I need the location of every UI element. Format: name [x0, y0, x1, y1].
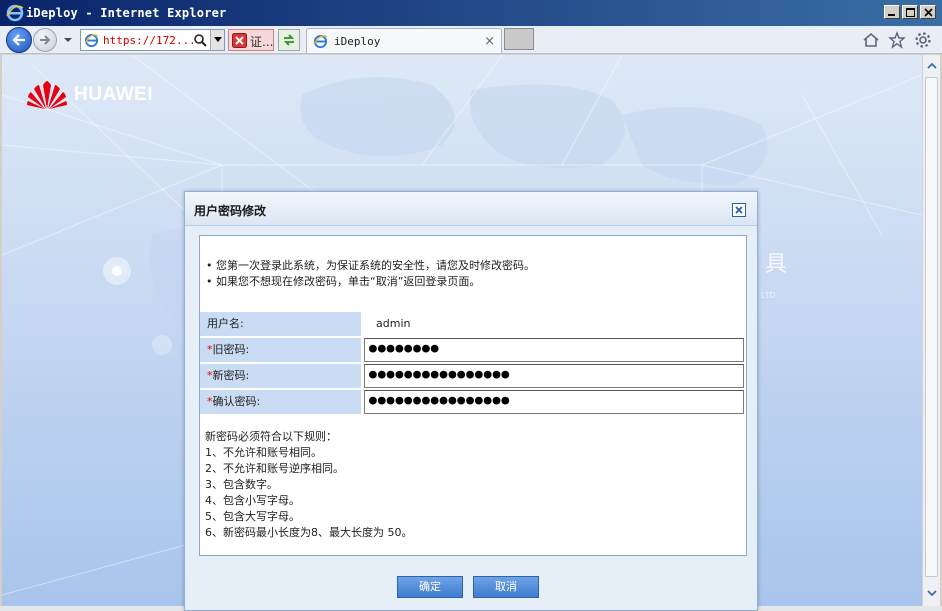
scroll-up-button[interactable] [923, 57, 940, 74]
address-bar[interactable]: https://172... [80, 29, 225, 51]
cancel-button[interactable]: 取消 [473, 576, 539, 598]
password-rules: 新密码必须符合以下规则： 1、不允许和账号相同。 2、不允许和账号逆序相同。 3… [205, 429, 413, 541]
scroll-down-button[interactable] [923, 585, 940, 602]
window-title: iDeploy - Internet Explorer [26, 6, 227, 20]
dialog-close-button[interactable] [732, 203, 746, 217]
confirm-password-row: *确认密码: ●●●●●●●●●●●●●●●● [200, 390, 746, 416]
close-icon [735, 206, 743, 214]
rule-item: 2、不允许和账号逆序相同。 [205, 462, 344, 475]
address-dropdown-button[interactable] [210, 30, 224, 50]
window-titlebar: iDeploy - Internet Explorer [0, 0, 942, 26]
change-password-dialog: 用户密码修改 您第一次登录此系统，为保证系统的安全性，请您及时修改密码。 如果您… [184, 191, 758, 611]
rule-item: 3、包含数字。 [205, 478, 278, 491]
background-subtitle-fragment: LTD [761, 291, 776, 300]
scroll-thumb[interactable] [925, 77, 938, 577]
certificate-error-icon [232, 33, 247, 48]
ok-button[interactable]: 确定 [397, 576, 463, 598]
confirm-password-label-text: 确认密码: [212, 395, 261, 408]
dialog-body: 您第一次登录此系统，为保证系统的安全性，请您及时修改密码。 如果您不想现在修改密… [199, 235, 747, 556]
confirm-password-field[interactable]: ●●●●●●●●●●●●●●●● [364, 390, 744, 414]
new-tab-button[interactable] [504, 28, 534, 50]
new-password-label: *新密码: [200, 364, 361, 388]
favorites-star-icon[interactable] [888, 31, 906, 49]
notice-item: 如果您不想现在修改密码，单击“取消”返回登录页面。 [206, 274, 535, 290]
chevron-down-icon [213, 37, 222, 42]
tab-title: iDeploy [334, 35, 381, 48]
window-controls [884, 5, 936, 19]
ie-favicon-icon [313, 34, 328, 49]
notice-item: 您第一次登录此系统，为保证系统的安全性，请您及时修改密码。 [206, 258, 535, 274]
tab-close-icon[interactable]: × [484, 34, 495, 49]
background-title-fragment: 具 [765, 252, 788, 277]
username-label-text: 用户名: [207, 317, 244, 330]
huawei-logo: HUAWEI [26, 79, 153, 111]
search-icon[interactable] [193, 33, 207, 47]
rule-item: 5、包含大写字母。 [205, 510, 300, 523]
confirm-password-label: *确认密码: [200, 390, 361, 414]
ie-favicon-icon [84, 33, 99, 48]
username-value: admin [376, 317, 411, 330]
username-row: 用户名: admin [200, 312, 746, 338]
rule-item: 4、包含小写字母。 [205, 494, 300, 507]
certificate-error-button[interactable]: 证... [228, 29, 274, 51]
home-icon[interactable] [862, 31, 880, 49]
tab-ideploy[interactable]: iDeploy × [306, 28, 502, 53]
forward-button[interactable] [33, 28, 57, 52]
address-url[interactable]: https://172... [103, 34, 196, 47]
browser-toolbar-icons [862, 31, 932, 49]
refresh-button[interactable] [278, 29, 300, 51]
minimize-button[interactable] [884, 5, 900, 19]
brand-name: HUAWEI [74, 84, 153, 105]
refresh-icon [283, 34, 295, 46]
maximize-icon [905, 7, 915, 17]
username-label: 用户名: [200, 312, 361, 336]
back-button[interactable] [6, 27, 32, 53]
close-button[interactable] [920, 5, 936, 19]
close-icon [923, 7, 933, 17]
forward-arrow-icon [40, 35, 51, 45]
old-password-label: *旧密码: [200, 338, 361, 362]
certificate-error-label: 证... [250, 35, 274, 49]
rule-item: 1、不允许和账号相同。 [205, 446, 322, 459]
vertical-scrollbar[interactable] [922, 55, 940, 606]
chevron-up-icon [926, 62, 937, 69]
chevron-down-icon [926, 590, 937, 597]
new-password-row: *新密码: ●●●●●●●●●●●●●●●● [200, 364, 746, 390]
notice-list: 您第一次登录此系统，为保证系统的安全性，请您及时修改密码。 如果您不想现在修改密… [206, 258, 535, 290]
gear-icon[interactable] [914, 31, 932, 49]
history-dropdown-icon[interactable] [63, 36, 73, 44]
browser-navbar: https://172... 证... iDeploy × [0, 26, 942, 54]
ie-logo-icon [6, 4, 24, 22]
old-password-row: *旧密码: ●●●●●●●● [200, 338, 746, 364]
minimize-icon [888, 14, 895, 16]
old-password-label-text: 旧密码: [212, 343, 250, 356]
rule-item: 6、新密码最小长度为8、最大长度为 50。 [205, 526, 413, 539]
dialog-title: 用户密码修改 [194, 204, 267, 218]
huawei-petal-icon [27, 81, 67, 109]
dialog-header: 用户密码修改 [185, 192, 757, 226]
old-password-field[interactable]: ●●●●●●●● [364, 338, 744, 362]
maximize-button[interactable] [902, 5, 918, 19]
new-password-field[interactable]: ●●●●●●●●●●●●●●●● [364, 364, 744, 388]
rules-title: 新密码必须符合以下规则： [205, 430, 337, 443]
back-arrow-icon [12, 34, 25, 46]
new-password-label-text: 新密码: [212, 369, 250, 382]
